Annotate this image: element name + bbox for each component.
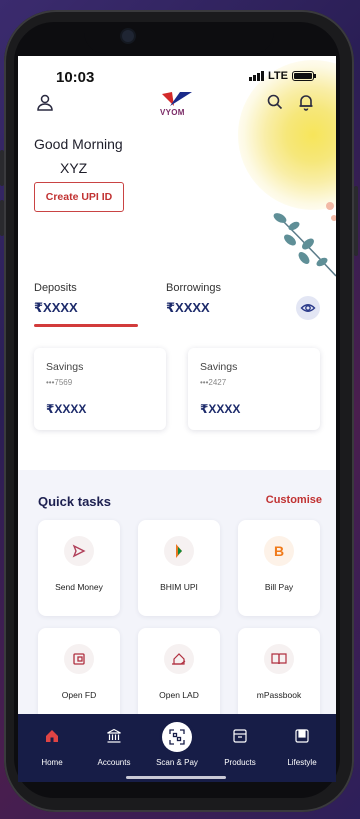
box-icon	[232, 728, 248, 744]
notch	[84, 22, 274, 54]
active-tab-indicator	[34, 324, 138, 327]
signal-icon	[249, 71, 265, 81]
leaves-decoration	[268, 196, 336, 286]
volume-button	[0, 200, 4, 236]
send-icon	[64, 536, 94, 566]
volume-button	[0, 150, 4, 186]
user-name: XYZ	[60, 160, 88, 176]
camera	[122, 30, 134, 42]
status-bar: 10:03 LTE	[18, 56, 336, 92]
account-number: •••2427	[200, 378, 227, 387]
nav-label: Lifestyle	[287, 758, 317, 767]
task-open-lad[interactable]: Open LAD	[138, 628, 220, 724]
battery-icon	[292, 71, 316, 81]
nav-lifestyle[interactable]: Lifestyle	[272, 714, 332, 782]
bell-icon[interactable]	[294, 90, 318, 114]
account-amount: ₹XXXX	[46, 402, 87, 416]
nav-home[interactable]: Home	[22, 714, 82, 782]
bank-icon	[106, 728, 122, 744]
account-amount: ₹XXXX	[200, 402, 241, 416]
lad-icon	[164, 644, 194, 674]
passbook-icon	[264, 644, 294, 674]
profile-icon[interactable]	[34, 92, 56, 114]
task-label: mPassbook	[256, 690, 302, 700]
quick-tasks-title: Quick tasks	[38, 494, 111, 509]
home-icon	[44, 728, 60, 744]
task-label: Open LAD	[159, 690, 199, 700]
lifestyle-icon	[294, 728, 310, 744]
task-mpassbook[interactable]: mPassbook	[238, 628, 320, 724]
bhim-upi-icon	[164, 536, 194, 566]
bill-pay-icon: B	[264, 536, 294, 566]
network-label: LTE	[268, 70, 288, 82]
eye-icon[interactable]	[296, 296, 320, 320]
task-label: BHIM UPI	[160, 582, 198, 592]
home-indicator	[126, 776, 226, 779]
nav-label: Products	[224, 758, 256, 767]
nav-label: Home	[41, 758, 63, 767]
account-type: Savings	[200, 361, 238, 373]
task-label: Bill Pay	[264, 582, 294, 592]
status-time: 10:03	[56, 69, 95, 86]
task-open-fd[interactable]: Open FD	[38, 628, 120, 724]
logo-text: VYOM	[160, 108, 185, 117]
qr-scan-icon[interactable]	[162, 722, 192, 752]
task-label: Send Money	[55, 582, 103, 592]
nav-products[interactable]: Products	[210, 714, 270, 782]
deposits-value: ₹XXXX	[34, 300, 78, 315]
nav-label: Scan & Pay	[156, 758, 198, 767]
nav-accounts[interactable]: Accounts	[84, 714, 144, 782]
side-button	[354, 186, 358, 256]
task-label: Open FD	[61, 690, 97, 700]
svg-text:B: B	[274, 543, 284, 559]
task-bhim-upi[interactable]: BHIM UPI	[138, 520, 220, 616]
fd-icon	[64, 644, 94, 674]
account-type: Savings	[46, 361, 84, 373]
create-upi-id-button[interactable]: Create UPI ID	[34, 182, 124, 212]
account-card[interactable]: Savings •••7569 ₹XXXX	[34, 348, 166, 430]
task-bill-pay[interactable]: B Bill Pay	[238, 520, 320, 616]
app-screen: 10:03 LTE VYOM Good Morning XYZ Create U…	[18, 56, 336, 782]
customise-link[interactable]: Customise	[266, 494, 322, 506]
task-send-money[interactable]: Send Money	[38, 520, 120, 616]
account-card[interactable]: Savings •••2427 ₹XXXX	[188, 348, 320, 430]
account-number: •••7569	[46, 378, 73, 387]
search-icon[interactable]	[263, 90, 287, 114]
greeting-text: Good Morning	[34, 136, 123, 152]
borrowings-value: ₹XXXX	[166, 300, 210, 315]
deposits-tab-label[interactable]: Deposits	[34, 282, 77, 294]
borrowings-tab-label[interactable]: Borrowings	[166, 282, 221, 294]
nav-label: Accounts	[97, 758, 131, 767]
